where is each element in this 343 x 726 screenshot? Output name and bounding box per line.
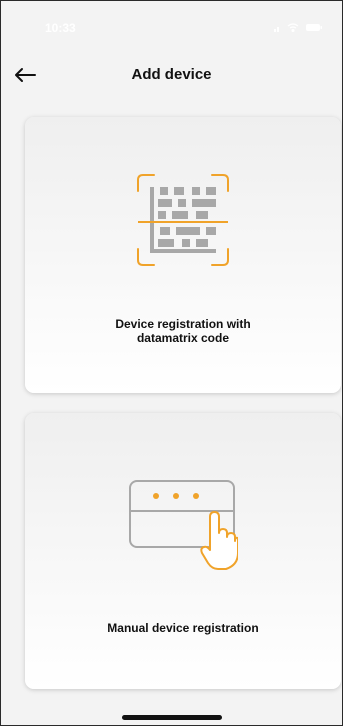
page-title: Add device xyxy=(131,66,212,83)
card-label: Manual device registration xyxy=(107,621,259,635)
status-icons xyxy=(274,23,322,33)
battery-icon xyxy=(306,24,322,31)
datamatrix-registration-card[interactable]: Device registration with datamatrix code xyxy=(25,117,341,393)
header: Add device xyxy=(1,55,342,95)
card-label: Device registration with datamatrix code xyxy=(45,317,321,345)
datamatrix-scan-icon xyxy=(137,174,229,266)
card-label-line1: Device registration with xyxy=(115,317,251,331)
wifi-icon xyxy=(287,23,299,33)
manual-entry-icon xyxy=(129,480,238,570)
card-label-line2: datamatrix code xyxy=(136,331,230,345)
manual-registration-card[interactable]: Manual device registration xyxy=(25,413,341,689)
home-indicator xyxy=(122,715,222,720)
status-time: 10:33 xyxy=(45,21,76,35)
signal-icon xyxy=(274,27,279,32)
status-bar: 10:33 xyxy=(1,1,342,49)
add-device-screen: 10:33 Add device Device registration wit… xyxy=(0,0,343,726)
